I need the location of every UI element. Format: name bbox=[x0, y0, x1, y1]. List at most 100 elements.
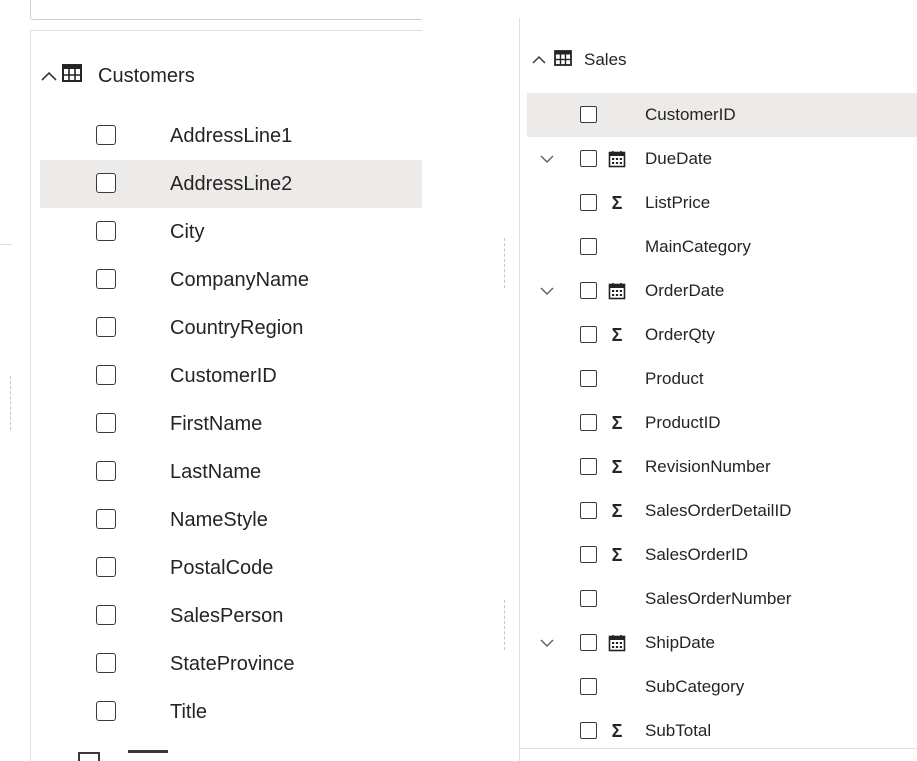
field-checkbox[interactable] bbox=[580, 502, 597, 519]
divider bbox=[519, 18, 520, 761]
field-row[interactable]: CompanyName bbox=[40, 256, 422, 304]
chevron-up-icon[interactable] bbox=[530, 55, 548, 65]
field-row[interactable]: SalesPerson bbox=[40, 592, 422, 640]
field-row[interactable]: SubCategory bbox=[527, 665, 917, 709]
sigma-icon: Σ bbox=[611, 456, 623, 477]
field-checkbox[interactable] bbox=[580, 282, 597, 299]
field-row[interactable]: PostalCode bbox=[40, 544, 422, 592]
field-row[interactable]: AddressLine2 bbox=[40, 160, 422, 208]
resize-handle[interactable] bbox=[504, 238, 506, 288]
field-row[interactable]: Σ ListPrice bbox=[527, 181, 917, 225]
field-checkbox[interactable] bbox=[96, 269, 116, 289]
chevron-down-icon[interactable] bbox=[539, 635, 555, 651]
field-row[interactable]: CustomerID bbox=[40, 352, 422, 400]
field-row[interactable]: DueDate bbox=[527, 137, 917, 181]
field-row[interactable]: Σ SalesOrderID bbox=[527, 533, 917, 577]
field-label: DueDate bbox=[645, 149, 713, 168]
field-row[interactable]: Σ RevisionNumber bbox=[527, 445, 917, 489]
field-row[interactable]: OrderDate bbox=[527, 269, 917, 313]
field-checkbox[interactable] bbox=[96, 605, 116, 625]
field-checkbox[interactable] bbox=[96, 365, 116, 385]
field-label: SalesOrderDetailID bbox=[645, 501, 792, 520]
field-label: OrderDate bbox=[645, 281, 725, 300]
chevron-up-icon[interactable] bbox=[38, 70, 60, 82]
field-row[interactable]: ShipDate bbox=[527, 621, 917, 665]
sigma-icon: Σ bbox=[611, 324, 623, 345]
calendar-icon bbox=[607, 148, 627, 170]
field-label: MainCategory bbox=[645, 237, 751, 256]
field-checkbox[interactable] bbox=[580, 458, 597, 475]
field-label: LastName bbox=[170, 460, 262, 483]
field-row[interactable]: SalesOrderNumber bbox=[527, 577, 917, 621]
field-checkbox[interactable] bbox=[580, 722, 597, 739]
field-row[interactable]: Σ ProductID bbox=[527, 401, 917, 445]
field-label: SalesOrderNumber bbox=[645, 589, 792, 608]
field-label: AddressLine1 bbox=[170, 124, 293, 147]
divider bbox=[30, 30, 422, 31]
field-checkbox[interactable] bbox=[96, 557, 116, 577]
field-label: NameStyle bbox=[170, 508, 268, 531]
field-label: StateProvince bbox=[170, 652, 295, 675]
field-label: FirstName bbox=[170, 412, 263, 435]
table-name: Sales bbox=[584, 50, 627, 69]
field-checkbox[interactable] bbox=[96, 317, 116, 337]
table-header-customers[interactable]: Customers bbox=[38, 52, 195, 100]
field-row[interactable]: Title bbox=[40, 688, 422, 736]
field-row[interactable]: StateProvince bbox=[40, 640, 422, 688]
field-row[interactable]: City bbox=[40, 208, 422, 256]
field-checkbox[interactable] bbox=[580, 150, 597, 167]
field-checkbox[interactable] bbox=[96, 653, 116, 673]
field-label: CompanyName bbox=[170, 268, 309, 291]
field-row[interactable]: Product bbox=[527, 357, 917, 401]
field-label: SubTotal bbox=[645, 721, 712, 740]
field-row[interactable]: CountryRegion bbox=[40, 304, 422, 352]
field-checkbox[interactable] bbox=[96, 509, 116, 529]
resize-handle[interactable] bbox=[504, 600, 506, 650]
field-checkbox[interactable] bbox=[96, 701, 116, 721]
sigma-icon: Σ bbox=[611, 544, 623, 565]
divider bbox=[0, 244, 12, 245]
field-checkbox[interactable] bbox=[580, 370, 597, 387]
field-checkbox[interactable] bbox=[96, 221, 116, 241]
sigma-icon: Σ bbox=[611, 500, 623, 521]
field-checkbox[interactable] bbox=[96, 173, 116, 193]
field-row[interactable]: LastName bbox=[40, 448, 422, 496]
next-table-label bbox=[128, 750, 168, 761]
chevron-down-icon[interactable] bbox=[539, 151, 555, 167]
field-checkbox[interactable] bbox=[580, 414, 597, 431]
field-row[interactable]: MainCategory bbox=[527, 225, 917, 269]
table-icon bbox=[78, 752, 100, 761]
field-row[interactable]: AddressLine1 bbox=[40, 112, 422, 160]
resize-handle[interactable] bbox=[10, 376, 12, 430]
field-checkbox[interactable] bbox=[580, 238, 597, 255]
field-checkbox[interactable] bbox=[580, 546, 597, 563]
field-row[interactable]: Σ OrderQty bbox=[527, 313, 917, 357]
chevron-down-icon[interactable] bbox=[539, 283, 555, 299]
sales-field-pane: Sales CustomerID DueDate Σ ListPrice MainCat… bbox=[500, 0, 917, 761]
table-header-sales[interactable]: Sales bbox=[530, 40, 627, 80]
field-row[interactable]: CustomerID bbox=[527, 93, 917, 137]
sigma-icon: Σ bbox=[611, 720, 623, 741]
field-checkbox[interactable] bbox=[580, 326, 597, 343]
field-label: Title bbox=[170, 700, 208, 723]
field-label: City bbox=[170, 220, 205, 243]
field-row[interactable]: Σ SubTotal bbox=[527, 709, 917, 753]
field-label: ListPrice bbox=[645, 193, 711, 212]
field-row[interactable]: NameStyle bbox=[40, 496, 422, 544]
field-checkbox[interactable] bbox=[580, 634, 597, 651]
table-icon bbox=[554, 49, 572, 71]
field-checkbox[interactable] bbox=[96, 125, 116, 145]
field-label: RevisionNumber bbox=[645, 457, 771, 476]
field-checkbox[interactable] bbox=[580, 194, 597, 211]
field-checkbox[interactable] bbox=[580, 678, 597, 695]
field-checkbox[interactable] bbox=[96, 413, 116, 433]
field-checkbox[interactable] bbox=[580, 106, 597, 123]
field-label: ProductID bbox=[645, 413, 721, 432]
sigma-icon: Σ bbox=[611, 192, 623, 213]
field-checkbox[interactable] bbox=[580, 590, 597, 607]
search-input[interactable] bbox=[30, 0, 422, 20]
field-row[interactable]: Σ SalesOrderDetailID bbox=[527, 489, 917, 533]
divider bbox=[30, 30, 31, 761]
field-row[interactable]: FirstName bbox=[40, 400, 422, 448]
field-checkbox[interactable] bbox=[96, 461, 116, 481]
